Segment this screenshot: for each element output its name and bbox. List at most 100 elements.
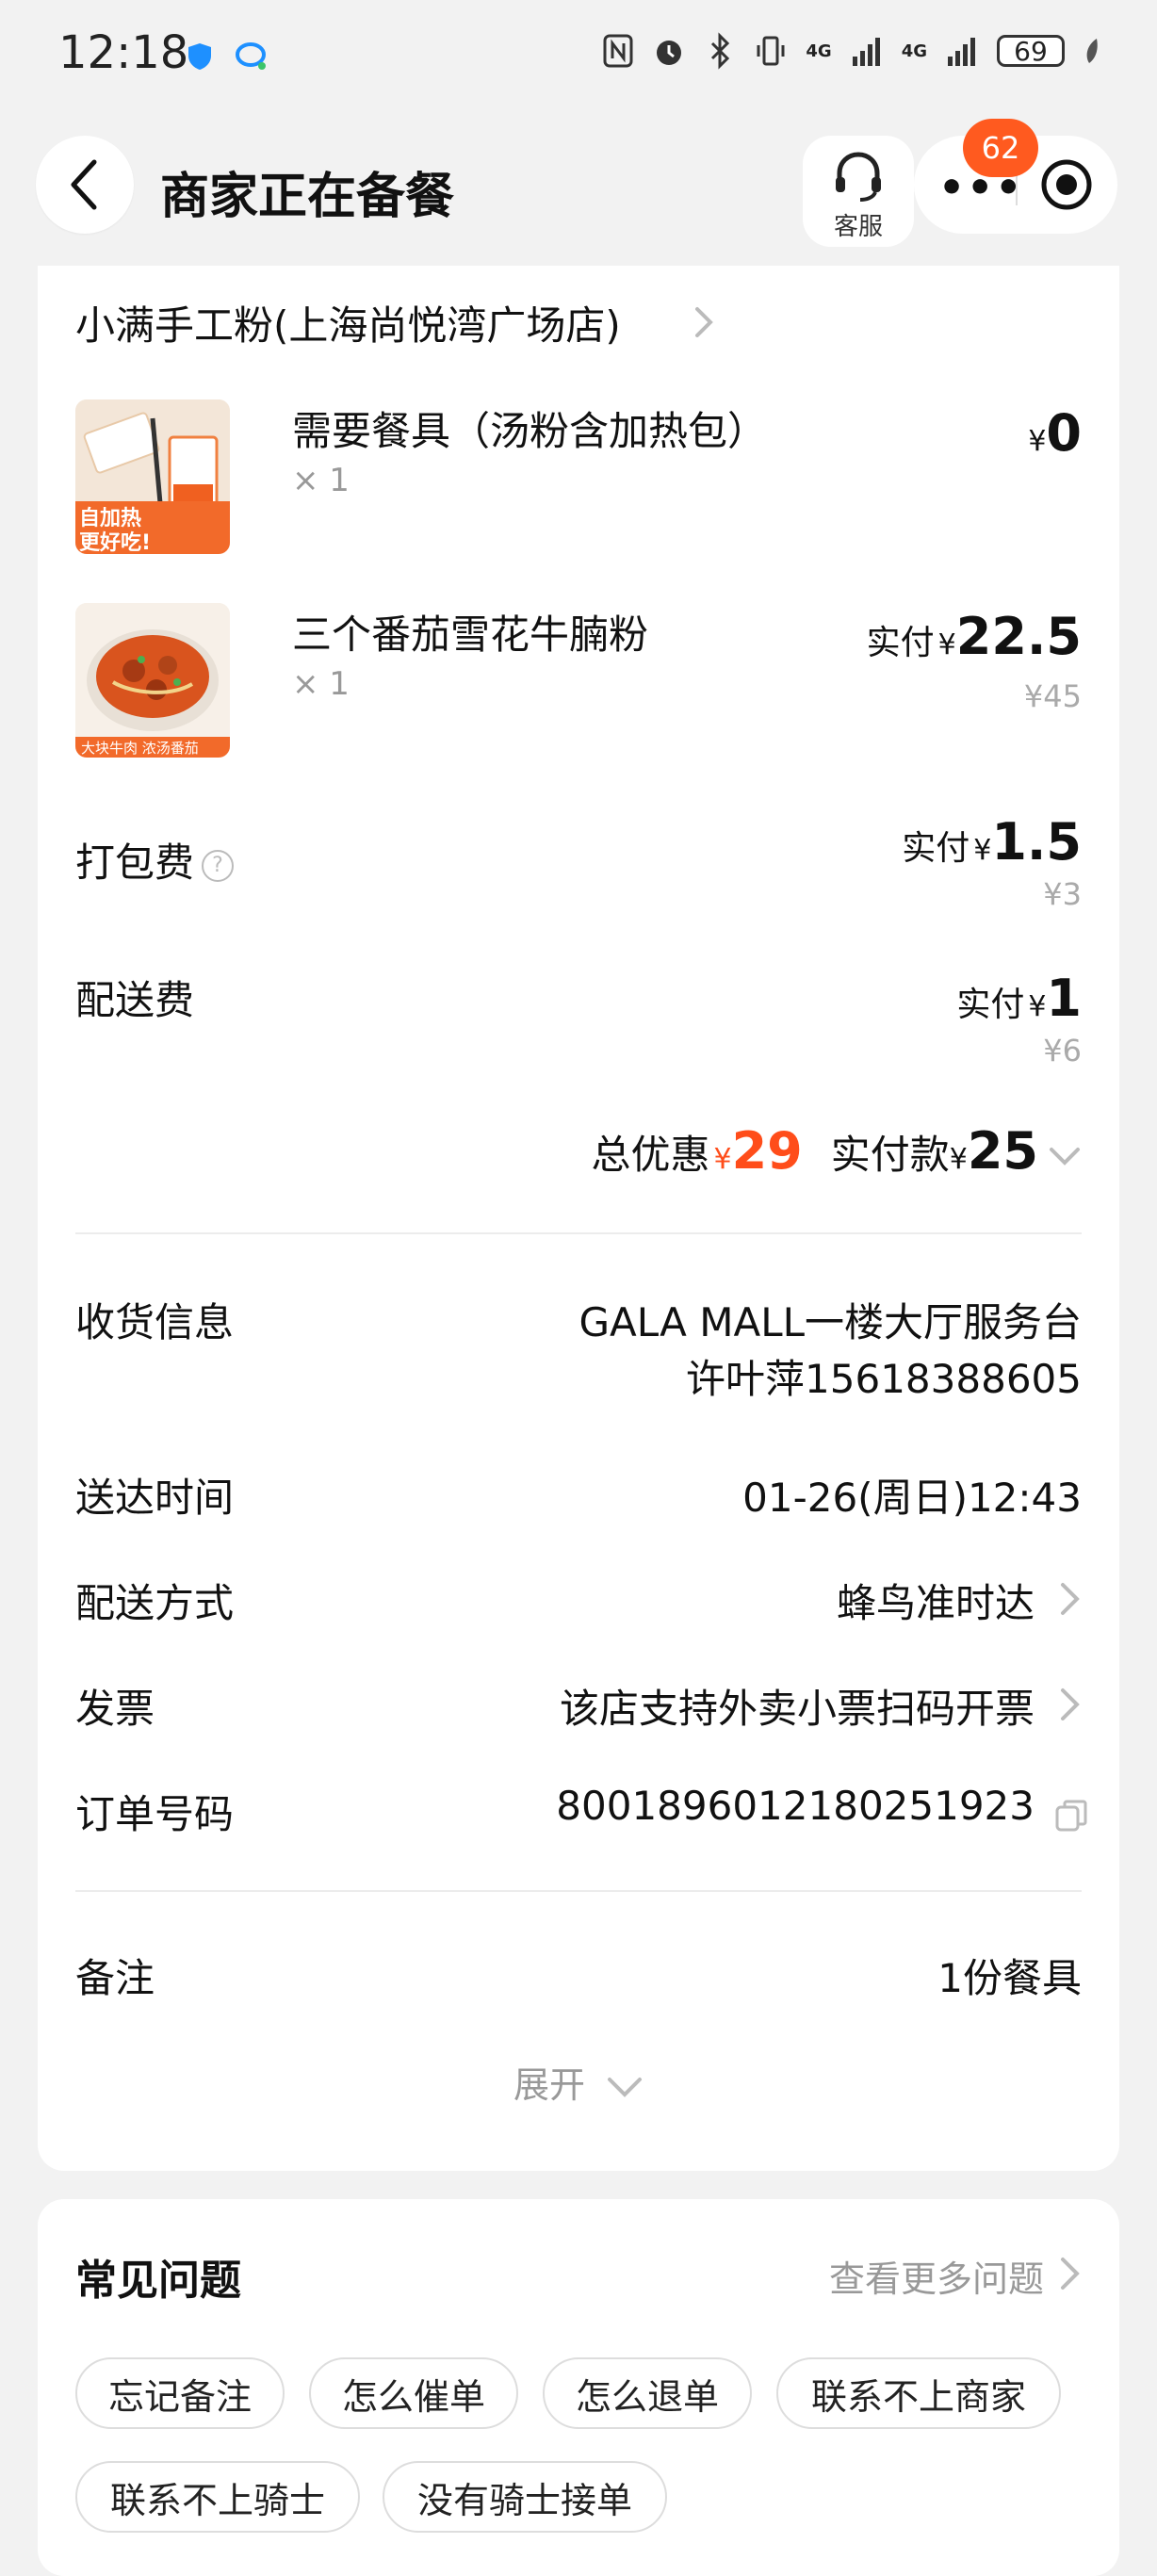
price-value: 0 (1046, 403, 1082, 463)
store-name-link[interactable]: 小满手工粉(上海尚悦湾广场店) (75, 294, 621, 351)
customer-service-button[interactable]: 客服 (803, 136, 914, 247)
headset-icon (836, 152, 881, 202)
delivery-time-row: 送达时间 01-26(周日)12:43 (75, 1466, 1082, 1523)
item-thumbnail: 自加热 更好吃! (75, 399, 230, 554)
delivery-fee-price: 实付 ¥1 (956, 969, 1082, 1028)
order-number-label: 订单号码 (75, 1791, 235, 1837)
more-questions-link[interactable]: 查看更多问题 (829, 2250, 1044, 2302)
currency-symbol: ¥ (937, 628, 956, 661)
original-price: ¥3 (1043, 876, 1082, 912)
faq-title: 常见问题 (75, 2257, 241, 2305)
order-card: 小满手工粉(上海尚悦湾广场店) 自加热 更好吃! 需要餐具（汤粉含加热包） × … (38, 266, 1119, 2171)
item-quantity: × 1 (292, 462, 350, 499)
vibrate-icon (757, 36, 785, 66)
shield-icon (188, 43, 211, 70)
chevron-down-icon (608, 2077, 643, 2097)
paid-prefix: 实付 (866, 624, 935, 662)
expand-label: 展开 (513, 2064, 585, 2106)
faq-chip[interactable]: 没有骑士接单 (383, 2461, 667, 2533)
item-price: ¥0 (1024, 403, 1082, 463)
faq-chip[interactable]: 忘记备注 (75, 2357, 285, 2429)
paid-label: 实付款 (830, 1132, 950, 1178)
signal-icon (852, 38, 880, 66)
page-title: 商家正在备餐 (160, 169, 455, 225)
faq-chip[interactable]: 联系不上骑士 (75, 2461, 360, 2533)
price-value: 1.5 (991, 812, 1082, 872)
clock: 12:18 (58, 26, 189, 79)
order-item[interactable]: 大块牛肉 浓汤番茄 三个番茄雪花牛腩粉 × 1 实付 ¥22.5 ¥45 (75, 603, 1082, 763)
faq-chip[interactable]: 怎么催单 (309, 2357, 518, 2429)
chat-bubble-icon (236, 42, 266, 70)
order-item[interactable]: 自加热 更好吃! 需要餐具（汤粉含加热包） × 1 ¥0 (75, 399, 1082, 560)
note-label: 备注 (75, 1955, 155, 2001)
noodle-bowl-image (75, 603, 230, 758)
item-thumbnail: 大块牛肉 浓汤番茄 (75, 603, 230, 758)
invoice-label: 发票 (75, 1686, 155, 1732)
address-row: 收货信息 GALA MALL一楼大厅服务台 许叶萍15618388605 (75, 1291, 1082, 1413)
delivery-method-value: 蜂鸟准时达 (836, 1580, 1035, 1626)
network-type-2: 4G (901, 41, 927, 61)
chevron-right-icon (1061, 1688, 1080, 1720)
discount-value: 29 (731, 1121, 803, 1181)
delivery-time-label: 送达时间 (75, 1475, 235, 1521)
note-value: 1份餐具 (937, 1955, 1082, 2001)
item-name: 需要餐具（汤粉含加热包） (292, 408, 768, 454)
alarm-icon (657, 41, 682, 65)
faq-chip[interactable]: 联系不上商家 (776, 2357, 1061, 2429)
packing-fee-label: 打包费? (75, 831, 235, 889)
currency-symbol: ¥ (1028, 990, 1047, 1023)
notification-badge: 62 (963, 119, 1038, 177)
invoice-row[interactable]: 发票 该店支持外卖小票扫码开票 (75, 1677, 1082, 1734)
currency-symbol: ¥ (973, 834, 992, 867)
leaf-icon (1086, 39, 1098, 63)
note-row: 备注 1份餐具 (75, 1947, 1082, 2003)
faq-chip[interactable]: 怎么退单 (543, 2357, 752, 2429)
invoice-value: 该店支持外卖小票扫码开票 (559, 1686, 1035, 1732)
customer-service-label: 客服 (833, 213, 883, 241)
order-number-value: 8001896012180251923 (556, 1783, 1035, 1829)
delivery-time-value: 01-26(周日)12:43 (742, 1475, 1082, 1521)
nfc-icon (603, 34, 633, 68)
paid-currency: ¥ (949, 1143, 968, 1176)
faq-card: 常见问题 查看更多问题 忘记备注 怎么催单 怎么退单 联系不上商家 联系不上骑士… (38, 2199, 1119, 2576)
item-price: 实付 ¥22.5 (867, 607, 1082, 666)
paid-prefix: 实付 (956, 986, 1025, 1024)
expand-button[interactable]: 展开 (38, 2056, 1119, 2108)
help-icon[interactable]: ? (202, 849, 235, 882)
original-price: ¥6 (1043, 1033, 1082, 1068)
close-target-icon[interactable] (1038, 156, 1095, 213)
chevron-right-icon[interactable] (692, 303, 716, 341)
item-name: 三个番茄雪花牛腩粉 (292, 611, 649, 658)
price-value: 22.5 (955, 607, 1082, 666)
thumb-caption: 大块牛肉 浓汤番茄 (81, 740, 199, 757)
original-price: ¥45 (1023, 678, 1082, 714)
paid-prefix: 实付 (902, 829, 970, 868)
packing-fee-row: 打包费? 实付 ¥1.5 ¥3 (75, 812, 1082, 916)
paid-value: 25 (967, 1121, 1038, 1181)
address-line-1: GALA MALL一楼大厅服务台 (578, 1299, 1083, 1345)
total-summary[interactable]: 总优惠 ¥ 29 实付款 ¥ 25 (591, 1121, 1082, 1181)
packing-fee-price: 实付 ¥1.5 (902, 812, 1082, 872)
bluetooth-icon (711, 32, 730, 70)
price-value: 1 (1046, 969, 1082, 1028)
item-quantity: × 1 (292, 665, 350, 703)
discount-label: 总优惠 (591, 1132, 710, 1178)
chevron-down-icon[interactable] (1048, 1146, 1082, 1168)
currency-symbol: ¥ (1028, 425, 1047, 458)
delivery-fee-label: 配送费 (75, 977, 195, 1023)
thumb-caption-2: 更好吃! (79, 531, 152, 554)
address-label: 收货信息 (75, 1299, 235, 1345)
discount-currency: ¥ (713, 1143, 732, 1176)
network-type-1: 4G (806, 41, 832, 61)
status-bar: 12:18 4G 4G 69 (0, 0, 1157, 117)
chevron-left-icon (71, 159, 97, 210)
back-button[interactable] (36, 136, 134, 234)
copy-icon[interactable] (1053, 1798, 1089, 1834)
chevron-right-icon[interactable] (1059, 2256, 1082, 2291)
address-line-2: 许叶萍15618388605 (686, 1356, 1082, 1402)
divider (75, 1890, 1082, 1892)
order-number-row: 订单号码 8001896012180251923 (75, 1783, 1087, 1839)
signal-icon-2 (948, 38, 975, 66)
delivery-method-row[interactable]: 配送方式 蜂鸟准时达 (75, 1572, 1082, 1628)
divider (75, 1232, 1082, 1234)
